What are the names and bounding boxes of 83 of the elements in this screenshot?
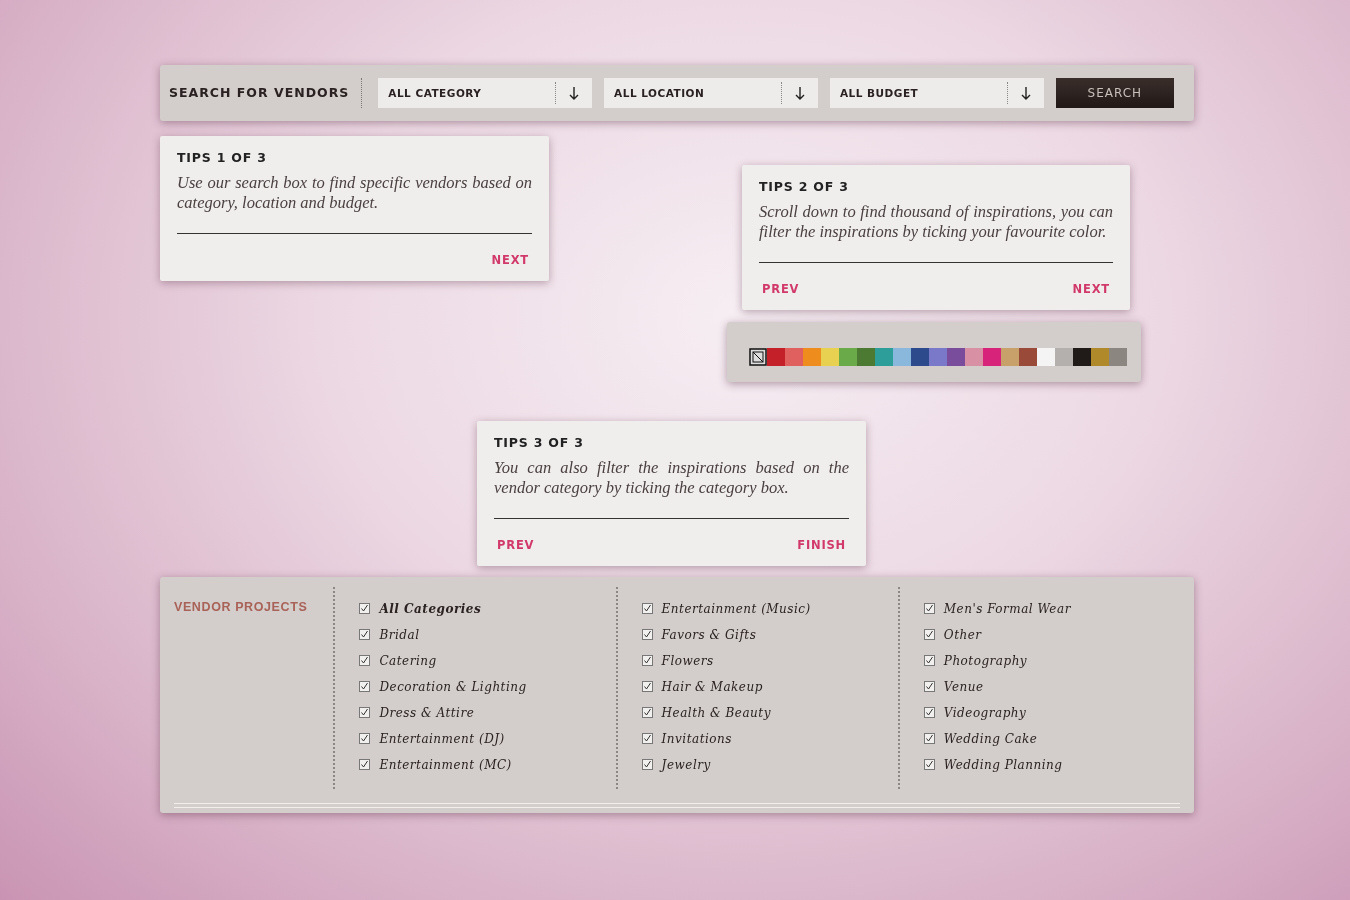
tip-text: You can also filter the inspirations based on the vendor category by ticking the category box. <box>494 458 849 519</box>
dropdown[interactable]: ALL LOCATION <box>604 78 818 108</box>
category-label: Men's Formal Wear <box>943 601 1071 616</box>
category-label: Jewelry <box>661 757 711 772</box>
checkbox[interactable] <box>923 681 935 692</box>
color-swatch[interactable] <box>875 348 893 366</box>
checkbox[interactable] <box>641 603 653 614</box>
color-swatch[interactable] <box>767 348 785 366</box>
category-label: Entertainment (DJ) <box>379 731 505 746</box>
checkbox[interactable] <box>359 629 371 640</box>
checkbox[interactable] <box>923 759 935 770</box>
down-arrow-icon <box>569 86 580 100</box>
tip-title: TIPS 2 OF 3 <box>759 179 850 194</box>
category-label: Photography <box>943 653 1028 668</box>
checkbox[interactable] <box>923 707 935 718</box>
checkbox[interactable] <box>359 681 371 692</box>
category-label: Health & Beauty <box>661 705 771 720</box>
color-swatch[interactable] <box>1091 348 1109 366</box>
category-label: Venue <box>943 679 984 694</box>
color-swatch[interactable] <box>821 348 839 366</box>
search-title: SEARCH FOR VENDORS <box>169 78 363 108</box>
color-swatch[interactable] <box>893 348 911 366</box>
checkbox[interactable] <box>641 733 653 744</box>
checkbox[interactable] <box>641 655 653 666</box>
category-label: Other <box>943 627 982 642</box>
color-swatch[interactable] <box>785 348 803 366</box>
next-link[interactable]: FINISH <box>794 538 849 552</box>
color-swatch[interactable] <box>965 348 983 366</box>
prev-link[interactable]: PREV <box>759 282 803 296</box>
category-label: Bridal <box>379 627 420 642</box>
category-label: Wedding Planning <box>943 757 1063 772</box>
tip-text: Use our search box to find specific vendors based on category, location and budget. <box>177 173 532 234</box>
checkbox[interactable] <box>359 707 371 718</box>
color-swatch[interactable] <box>911 348 929 366</box>
color-swatch[interactable] <box>947 348 965 366</box>
search-button[interactable]: SEARCH <box>1055 78 1174 108</box>
checkbox[interactable] <box>641 707 653 718</box>
category-label: Favors & Gifts <box>661 627 757 642</box>
category-label: Decoration & Lighting <box>379 679 527 694</box>
color-swatch[interactable] <box>857 348 875 366</box>
category-label: Videography <box>943 705 1027 720</box>
color-swatch[interactable] <box>1037 348 1055 366</box>
color-swatch[interactable] <box>1073 348 1091 366</box>
color-swatch[interactable] <box>1001 348 1019 366</box>
next-link[interactable]: NEXT <box>1069 282 1113 296</box>
checkbox[interactable] <box>923 603 935 614</box>
dropdown[interactable]: ALL BUDGET <box>829 78 1044 108</box>
category-label: Invitations <box>661 731 732 746</box>
checkbox[interactable] <box>923 629 935 640</box>
checkbox[interactable] <box>359 759 371 770</box>
tip-title: TIPS 1 OF 3 <box>177 150 268 165</box>
next-link[interactable]: NEXT <box>488 253 532 267</box>
color-swatch[interactable] <box>1019 348 1037 366</box>
color-swatch[interactable] <box>929 348 947 366</box>
category-label: All Categories <box>379 601 482 616</box>
prev-link[interactable]: PREV <box>494 538 538 552</box>
checkbox[interactable] <box>641 629 653 640</box>
category-label: Dress & Attire <box>379 705 475 720</box>
checkbox[interactable] <box>641 759 653 770</box>
color-swatch[interactable] <box>803 348 821 366</box>
color-swatch[interactable] <box>1055 348 1073 366</box>
checkbox[interactable] <box>923 733 935 744</box>
category-label: Catering <box>379 653 437 668</box>
no-color-swatch[interactable] <box>749 348 767 366</box>
tip-text: Scroll down to find thousand of inspirations, you can filter the inspirations by ticking your favourite color. <box>759 202 1113 263</box>
down-arrow-icon <box>1020 86 1031 100</box>
checkbox[interactable] <box>359 655 371 666</box>
checkbox[interactable] <box>641 681 653 692</box>
checkbox[interactable] <box>923 655 935 666</box>
color-swatch[interactable] <box>839 348 857 366</box>
panel-title: VENDOR PROJECTS <box>174 599 309 616</box>
checkbox[interactable] <box>359 603 371 614</box>
down-arrow-icon <box>794 86 805 100</box>
tip-title: TIPS 3 OF 3 <box>494 435 585 450</box>
color-swatch[interactable] <box>983 348 1001 366</box>
category-label: Entertainment (MC) <box>379 757 512 772</box>
category-label: Flowers <box>661 653 714 668</box>
dropdown[interactable]: ALL CATEGORY <box>378 78 593 108</box>
category-label: Wedding Cake <box>943 731 1038 746</box>
checkbox[interactable] <box>359 733 371 744</box>
color-swatch[interactable] <box>1109 348 1127 366</box>
category-label: Entertainment (Music) <box>661 601 811 616</box>
category-label: Hair & Makeup <box>661 679 763 694</box>
